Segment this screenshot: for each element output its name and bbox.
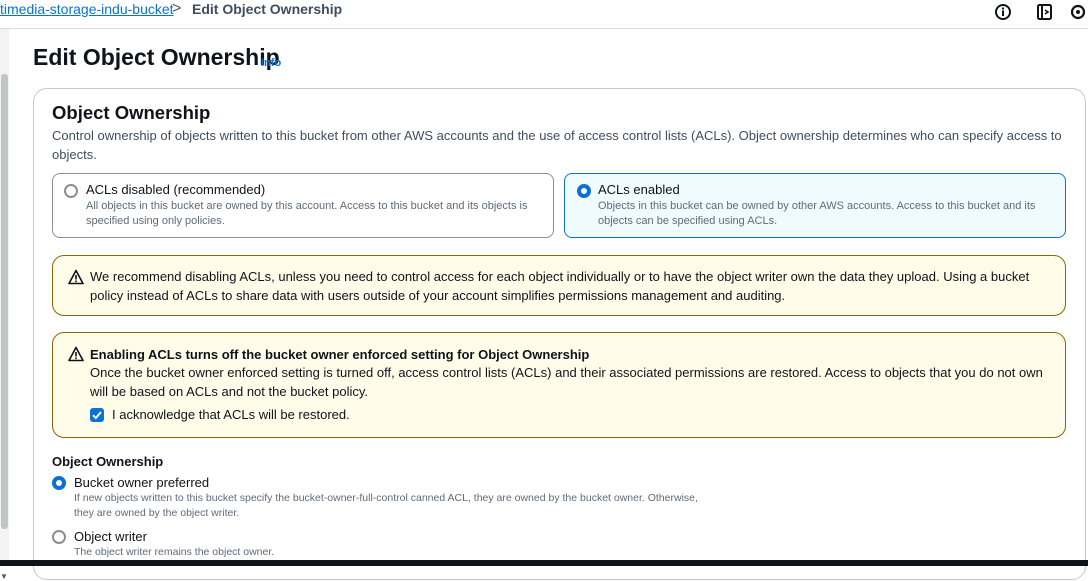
alert-message: Once the bucket owner enforced setting i… bbox=[90, 365, 1043, 399]
section-title: Object Ownership bbox=[52, 102, 211, 123]
object-writer-radio[interactable] bbox=[52, 530, 66, 544]
scroll-down-icon[interactable]: ▼ bbox=[0, 572, 8, 581]
breadcrumb-separator: > bbox=[172, 0, 182, 17]
acls-disabled-radio[interactable] bbox=[64, 184, 78, 198]
acl-recommendation-alert: We recommend disabling ACLs, unless you … bbox=[52, 255, 1066, 316]
bucket-owner-preferred-radio[interactable] bbox=[52, 476, 66, 490]
settings-icon[interactable] bbox=[1068, 2, 1088, 22]
page-title: Edit Object Ownership bbox=[33, 44, 280, 70]
acls-enabled-label: ACLs enabled bbox=[598, 182, 680, 197]
acls-enabled-tile[interactable]: ACLs enabled Objects in this bucket can … bbox=[564, 173, 1066, 238]
info-circle-icon[interactable] bbox=[993, 2, 1013, 22]
bottom-bar bbox=[0, 560, 1088, 566]
info-link[interactable]: Info bbox=[261, 57, 281, 69]
warning-icon bbox=[68, 346, 84, 362]
top-bar: timedia-storage-indu-bucket > Edit Objec… bbox=[0, 0, 1088, 29]
acls-disabled-label: ACLs disabled (recommended) bbox=[86, 182, 266, 197]
acl-enforced-setting-alert: Enabling ACLs turns off the bucket owner… bbox=[52, 332, 1066, 438]
alert-message: We recommend disabling ACLs, unless you … bbox=[90, 269, 1030, 303]
bucket-owner-preferred-label[interactable]: Bucket owner preferred bbox=[74, 475, 209, 490]
acls-enabled-radio[interactable] bbox=[577, 184, 591, 198]
acls-disabled-description: All objects in this bucket are owned by … bbox=[86, 200, 528, 227]
alert-title: Enabling ACLs turns off the bucket owner… bbox=[90, 347, 590, 362]
bucket-owner-preferred-description: If new objects written to this bucket sp… bbox=[74, 492, 698, 519]
object-writer-description: The object writer remains the object own… bbox=[74, 546, 275, 558]
acls-disabled-tile[interactable]: ACLs disabled (recommended) All objects … bbox=[52, 173, 554, 238]
breadcrumb-current: Edit Object Ownership bbox=[192, 1, 343, 17]
section-description: Control ownership of objects written to … bbox=[52, 128, 1062, 162]
object-writer-label[interactable]: Object writer bbox=[74, 529, 147, 544]
ownership-field-label: Object Ownership bbox=[52, 454, 164, 469]
acknowledge-label[interactable]: I acknowledge that ACLs will be restored… bbox=[112, 407, 350, 422]
page-scrollbar[interactable]: ▼ bbox=[0, 29, 9, 581]
warning-icon bbox=[68, 269, 84, 285]
terminal-panel-icon[interactable] bbox=[1035, 2, 1055, 22]
acls-enabled-description: Objects in this bucket can be owned by o… bbox=[598, 200, 1036, 227]
acknowledge-checkbox[interactable] bbox=[90, 408, 104, 422]
scrollbar-thumb[interactable] bbox=[1, 74, 8, 529]
breadcrumb-bucket-link[interactable]: timedia-storage-indu-bucket bbox=[0, 1, 174, 17]
